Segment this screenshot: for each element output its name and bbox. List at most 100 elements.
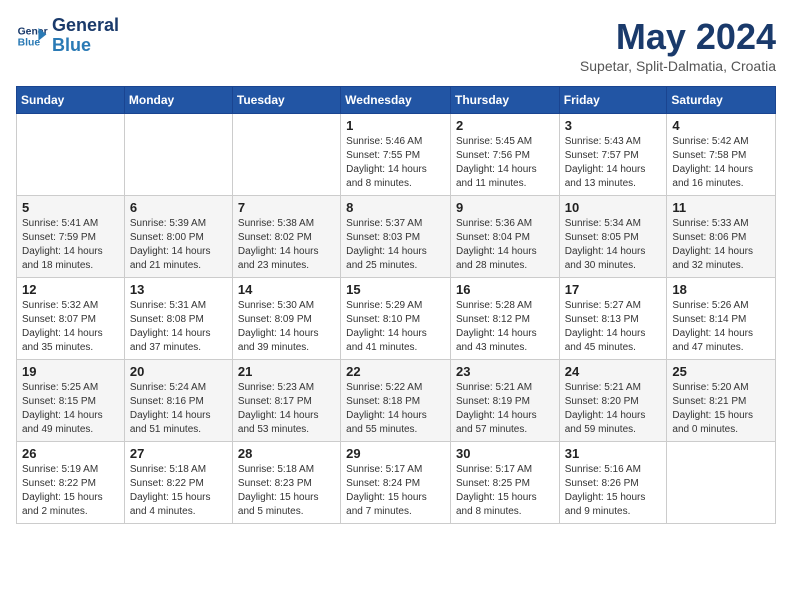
cell-date-number: 30 xyxy=(456,446,554,461)
calendar-cell: 9Sunrise: 5:36 AMSunset: 8:04 PMDaylight… xyxy=(450,196,559,278)
calendar-cell xyxy=(667,442,776,524)
calendar-week-row: 26 Sunrise: 5:19 AMSunset: 8:22 PMDayligh… xyxy=(17,442,776,524)
cell-date-number: 31 xyxy=(565,446,662,461)
cell-date-number: 11 xyxy=(672,200,770,215)
calendar-cell: 20 Sunrise: 5:24 AMSunset: 8:16 PMDayligh… xyxy=(124,360,232,442)
calendar-cell: 25 Sunrise: 5:20 AMSunset: 8:21 PMDayligh… xyxy=(667,360,776,442)
location-subtitle: Supetar, Split-Dalmatia, Croatia xyxy=(580,58,776,74)
cell-date-number: 21 xyxy=(238,364,335,379)
cell-date-number: 6 xyxy=(130,200,227,215)
calendar-cell: 24Sunrise: 5:21 AMSunset: 8:20 PMDayligh… xyxy=(559,360,667,442)
cell-date-number: 29 xyxy=(346,446,445,461)
month-title: May 2024 xyxy=(580,16,776,58)
cell-info-text: Sunrise: 5:28 AMSunset: 8:12 PMDaylight:… xyxy=(456,299,554,355)
calendar-cell: 19Sunrise: 5:25 AMSunset: 8:15 PMDayligh… xyxy=(17,360,125,442)
calendar-cell: 28 Sunrise: 5:18 AMSunset: 8:23 PMDayligh… xyxy=(232,442,340,524)
cell-date-number: 20 xyxy=(130,364,227,379)
calendar-cell: 13Sunrise: 5:31 AMSunset: 8:08 PMDayligh… xyxy=(124,278,232,360)
cell-date-number: 15 xyxy=(346,282,445,297)
cell-date-number: 18 xyxy=(672,282,770,297)
cell-date-number: 5 xyxy=(22,200,119,215)
cell-date-number: 2 xyxy=(456,118,554,133)
calendar-cell: 11 Sunrise: 5:33 AMSunset: 8:06 PMDayligh… xyxy=(667,196,776,278)
calendar-cell: 27Sunrise: 5:18 AMSunset: 8:22 PMDayligh… xyxy=(124,442,232,524)
cell-date-number: 23 xyxy=(456,364,554,379)
title-area: May 2024 Supetar, Split-Dalmatia, Croati… xyxy=(580,16,776,74)
calendar-cell: 17 Sunrise: 5:27 AMSunset: 8:13 PMDayligh… xyxy=(559,278,667,360)
cell-date-number: 13 xyxy=(130,282,227,297)
calendar-cell: 4 Sunrise: 5:42 AMSunset: 7:58 PMDaylight… xyxy=(667,114,776,196)
calendar-body: 1Sunrise: 5:46 AMSunset: 7:55 PMDaylight… xyxy=(17,114,776,524)
calendar-header: SundayMondayTuesdayWednesdayThursdayFrid… xyxy=(17,87,776,114)
cell-info-text: Sunrise: 5:38 AMSunset: 8:02 PMDaylight:… xyxy=(238,217,335,273)
calendar-cell: 22Sunrise: 5:22 AMSunset: 8:18 PMDayligh… xyxy=(341,360,451,442)
calendar-cell: 14 Sunrise: 5:30 AMSunset: 8:09 PMDayligh… xyxy=(232,278,340,360)
cell-info-text: Sunrise: 5:23 AMSunset: 8:17 PMDaylight:… xyxy=(238,381,335,437)
cell-info-text: Sunrise: 5:18 AMSunset: 8:23 PMDaylight:… xyxy=(238,463,335,519)
calendar-cell: 3Sunrise: 5:43 AMSunset: 7:57 PMDaylight… xyxy=(559,114,667,196)
cell-info-text: Sunrise: 5:29 AMSunset: 8:10 PMDaylight:… xyxy=(346,299,445,355)
cell-info-text: Sunrise: 5:24 AMSunset: 8:16 PMDaylight:… xyxy=(130,381,227,437)
calendar-week-row: 19Sunrise: 5:25 AMSunset: 8:15 PMDayligh… xyxy=(17,360,776,442)
calendar-cell: 30Sunrise: 5:17 AMSunset: 8:25 PMDayligh… xyxy=(450,442,559,524)
svg-text:Blue: Blue xyxy=(18,37,41,48)
calendar-cell: 18 Sunrise: 5:26 AMSunset: 8:14 PMDayligh… xyxy=(667,278,776,360)
cell-info-text: Sunrise: 5:26 AMSunset: 8:14 PMDaylight:… xyxy=(672,299,770,355)
calendar-cell: 29 Sunrise: 5:17 AMSunset: 8:24 PMDayligh… xyxy=(341,442,451,524)
cell-info-text: Sunrise: 5:22 AMSunset: 8:18 PMDaylight:… xyxy=(346,381,445,437)
cell-date-number: 14 xyxy=(238,282,335,297)
calendar-cell xyxy=(232,114,340,196)
weekday-header: Saturday xyxy=(667,87,776,114)
calendar-cell xyxy=(17,114,125,196)
cell-info-text: Sunrise: 5:43 AMSunset: 7:57 PMDaylight:… xyxy=(565,135,662,191)
weekday-header: Tuesday xyxy=(232,87,340,114)
cell-info-text: Sunrise: 5:33 AMSunset: 8:06 PMDaylight:… xyxy=(672,217,770,273)
calendar-cell: 2 Sunrise: 5:45 AMSunset: 7:56 PMDaylight… xyxy=(450,114,559,196)
cell-info-text: Sunrise: 5:32 AMSunset: 8:07 PMDaylight:… xyxy=(22,299,119,355)
cell-info-text: Sunrise: 5:42 AMSunset: 7:58 PMDaylight:… xyxy=(672,135,770,191)
cell-date-number: 8 xyxy=(346,200,445,215)
calendar-cell: 5 Sunrise: 5:41 AMSunset: 7:59 PMDaylight… xyxy=(17,196,125,278)
calendar-cell: 23 Sunrise: 5:21 AMSunset: 8:19 PMDayligh… xyxy=(450,360,559,442)
calendar-cell: 7Sunrise: 5:38 AMSunset: 8:02 PMDaylight… xyxy=(232,196,340,278)
weekday-header: Sunday xyxy=(17,87,125,114)
cell-info-text: Sunrise: 5:37 AMSunset: 8:03 PMDaylight:… xyxy=(346,217,445,273)
cell-info-text: Sunrise: 5:19 AMSunset: 8:22 PMDaylight:… xyxy=(22,463,119,519)
cell-info-text: Sunrise: 5:20 AMSunset: 8:21 PMDaylight:… xyxy=(672,381,770,437)
cell-info-text: Sunrise: 5:27 AMSunset: 8:13 PMDaylight:… xyxy=(565,299,662,355)
cell-info-text: Sunrise: 5:25 AMSunset: 8:15 PMDaylight:… xyxy=(22,381,119,437)
weekday-header: Friday xyxy=(559,87,667,114)
calendar-cell: 31Sunrise: 5:16 AMSunset: 8:26 PMDayligh… xyxy=(559,442,667,524)
logo-text-blue: Blue xyxy=(52,36,119,56)
page-header: General Blue General Blue May 2024 Supet… xyxy=(16,16,776,74)
cell-info-text: Sunrise: 5:30 AMSunset: 8:09 PMDaylight:… xyxy=(238,299,335,355)
cell-date-number: 1 xyxy=(346,118,445,133)
cell-info-text: Sunrise: 5:36 AMSunset: 8:04 PMDaylight:… xyxy=(456,217,554,273)
cell-info-text: Sunrise: 5:21 AMSunset: 8:20 PMDaylight:… xyxy=(565,381,662,437)
cell-info-text: Sunrise: 5:18 AMSunset: 8:22 PMDaylight:… xyxy=(130,463,227,519)
cell-info-text: Sunrise: 5:45 AMSunset: 7:56 PMDaylight:… xyxy=(456,135,554,191)
calendar-week-row: 5 Sunrise: 5:41 AMSunset: 7:59 PMDaylight… xyxy=(17,196,776,278)
cell-info-text: Sunrise: 5:39 AMSunset: 8:00 PMDaylight:… xyxy=(130,217,227,273)
logo-text-general: General xyxy=(52,16,119,36)
cell-date-number: 26 xyxy=(22,446,119,461)
cell-info-text: Sunrise: 5:41 AMSunset: 7:59 PMDaylight:… xyxy=(22,217,119,273)
weekday-header: Wednesday xyxy=(341,87,451,114)
calendar-cell: 12 Sunrise: 5:32 AMSunset: 8:07 PMDayligh… xyxy=(17,278,125,360)
calendar-cell: 10Sunrise: 5:34 AMSunset: 8:05 PMDayligh… xyxy=(559,196,667,278)
cell-date-number: 25 xyxy=(672,364,770,379)
cell-info-text: Sunrise: 5:21 AMSunset: 8:19 PMDaylight:… xyxy=(456,381,554,437)
weekday-header: Thursday xyxy=(450,87,559,114)
calendar-table: SundayMondayTuesdayWednesdayThursdayFrid… xyxy=(16,86,776,524)
logo-icon: General Blue xyxy=(16,20,48,52)
cell-date-number: 17 xyxy=(565,282,662,297)
calendar-cell: 15 Sunrise: 5:29 AMSunset: 8:10 PMDayligh… xyxy=(341,278,451,360)
cell-date-number: 4 xyxy=(672,118,770,133)
cell-date-number: 12 xyxy=(22,282,119,297)
logo: General Blue General Blue xyxy=(16,16,119,56)
cell-info-text: Sunrise: 5:34 AMSunset: 8:05 PMDaylight:… xyxy=(565,217,662,273)
cell-info-text: Sunrise: 5:17 AMSunset: 8:24 PMDaylight:… xyxy=(346,463,445,519)
calendar-cell: 16Sunrise: 5:28 AMSunset: 8:12 PMDayligh… xyxy=(450,278,559,360)
calendar-cell: 1Sunrise: 5:46 AMSunset: 7:55 PMDaylight… xyxy=(341,114,451,196)
cell-date-number: 28 xyxy=(238,446,335,461)
